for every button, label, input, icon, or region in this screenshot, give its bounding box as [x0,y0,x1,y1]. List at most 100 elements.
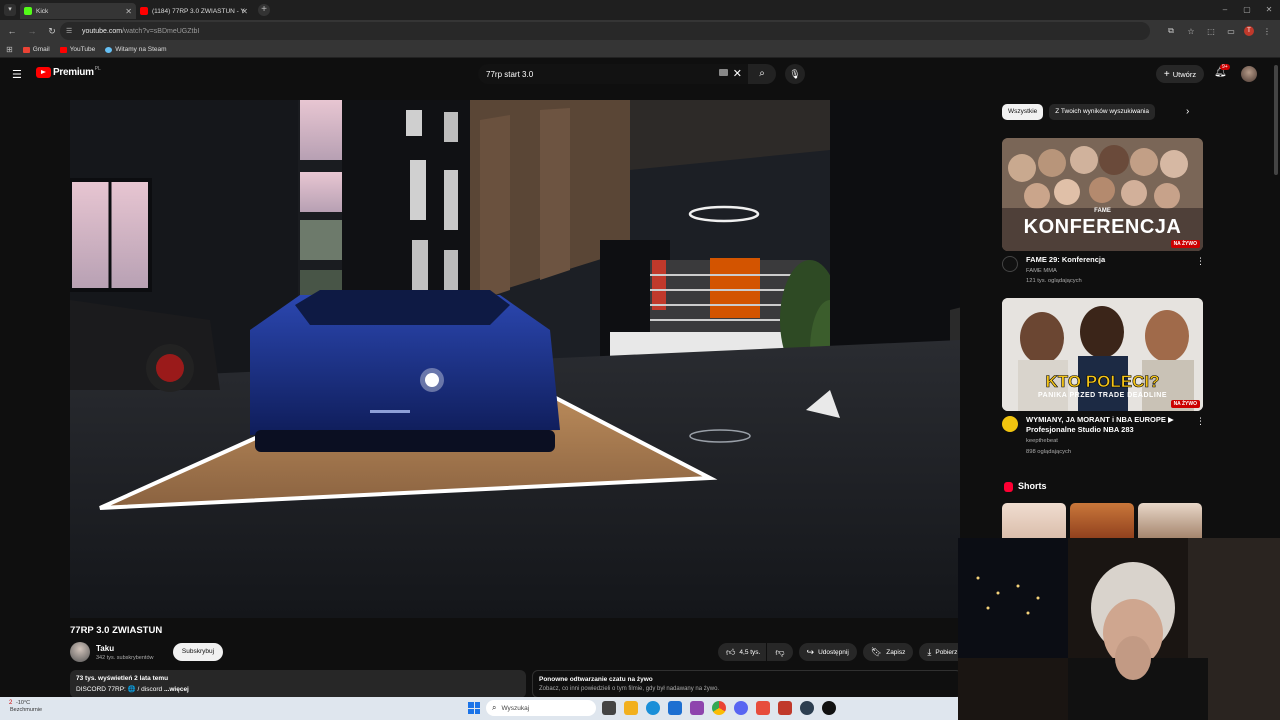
menu-icon[interactable]: ⋮ [1260,27,1274,36]
app-icon[interactable] [756,701,770,715]
downloads-icon[interactable]: ▭ [1224,27,1238,36]
task-view-icon[interactable] [602,701,616,715]
keyboard-icon[interactable] [719,69,728,76]
scrollbar-thumb[interactable] [1274,65,1278,175]
windows-start-icon[interactable] [468,702,480,714]
tab-kick[interactable]: Kick ✕ [20,3,136,19]
more-link[interactable]: ...więcej [164,686,189,693]
create-button[interactable]: + Utwórz [1156,65,1204,83]
chevron-right-icon[interactable]: › [1186,106,1189,117]
save-button[interactable]: 🔖︎ Zapisz [862,643,914,661]
subscriber-count: 342 tys. subskrybentów [96,655,154,661]
site-info-icon[interactable]: ☰ [66,27,74,35]
bookmark-icon: 🔖︎ [870,646,883,657]
address-bar[interactable]: ☰ youtube.com/watch?v=sBDmeUGZtbI [60,22,1150,40]
weather-description: Bezchmurnie [10,707,43,713]
channel-avatar[interactable] [70,642,90,662]
app-icon[interactable] [778,701,792,715]
download-label: Pobierz [935,648,958,656]
chip-all[interactable]: Wszystkie [1002,104,1044,120]
app-icon[interactable] [822,701,836,715]
discord-icon[interactable] [734,701,748,715]
voice-search-button[interactable]: 🎙 [785,64,805,84]
chat-replay-title: Ponowne odtwarzanie czatu na żywo [539,676,653,683]
forward-icon[interactable]: → [24,26,40,36]
bookmark-youtube[interactable]: YouTube [59,46,95,53]
notifications-button[interactable]: 🔔︎ 9+ [1214,64,1230,78]
more-options-icon[interactable]: ⋮ [1196,256,1205,267]
create-label: Utwórz [1172,69,1197,79]
tab-search-dropdown[interactable]: ▾ [4,4,16,16]
view-stats: 73 tys. wyświetleń 2 lata temu [76,675,169,682]
app-icon[interactable] [800,701,814,715]
video-thumbnail[interactable]: FAME KONFERENCJA NA ŻYWO [1002,138,1203,251]
microphone-icon: 🎙 [789,69,801,79]
thumbnail-text: KTO POLECI? [1045,372,1160,392]
new-tab-button[interactable]: + [258,4,270,16]
subscribe-button[interactable]: Subskrybuj [173,643,223,661]
clear-search-icon[interactable]: ✕ [733,67,742,80]
extensions-icon[interactable]: ⬚ [1204,27,1218,36]
close-icon[interactable]: ✕ [241,7,248,16]
taskbar-search[interactable]: ⌕ Wyszukaj [486,700,596,716]
hamburger-menu-icon[interactable]: ☰ [12,68,24,81]
account-avatar[interactable] [1241,66,1257,82]
weather-widget[interactable]: 2 -10°C Bezchmurnie [9,700,43,714]
share-label: Udostępnij [818,648,849,656]
youtube-logo[interactable]: Premium PL [36,66,101,78]
kick-icon [24,7,32,15]
chat-replay-subtitle: Zobacz, co inni powiedzieli o tym filmie… [539,686,720,692]
tab-youtube[interactable]: (1184) 77RP 3.0 ZWIASTUN - Y ✕ [136,3,252,19]
video-thumbnail[interactable]: KTO POLECI? PANIKA PRZED TRADE DEADLINE … [1002,298,1203,411]
search-query: 77rp start 3.0 [486,69,534,79]
thumbnail-brand: FAME [1094,208,1111,214]
channel-avatar[interactable] [1002,416,1018,432]
steam-icon [105,46,113,53]
reload-icon[interactable]: ↻ [44,26,60,37]
video-player[interactable] [70,100,960,618]
youtube-icon [140,7,148,15]
notification-count: 2 [9,700,13,706]
channel-avatar[interactable] [1002,256,1018,272]
video-title: 77RP 3.0 ZWIASTUN [70,625,163,636]
edge-icon[interactable] [646,701,660,715]
description-box[interactable]: 73 tys. wyświetleń 2 lata temu DISCORD 7… [70,670,526,698]
apps-icon[interactable]: ⊞ [6,45,13,54]
youtube-icon [59,46,67,53]
card-channel[interactable]: FAME MMA [1026,266,1057,276]
like-count: 4,5 tys. [739,648,761,656]
close-window-icon[interactable]: ✕ [1258,0,1280,20]
card-title[interactable]: WYMIANY, JA MORANT i NBA EUROPE ▶ Profes… [1026,415,1186,435]
bookmarks-bar: ⊞ Gmail YouTube Witamy na Steam [0,42,1280,58]
back-icon[interactable]: ← [4,26,20,36]
search-input[interactable]: 77rp start 3.0 ✕ [478,64,748,84]
maximize-icon[interactable]: ▢ [1236,0,1258,20]
minimize-icon[interactable]: – [1214,0,1236,20]
dislike-button[interactable]: 👎︎ [767,643,793,661]
download-button[interactable]: ⤓ Pobierz [919,643,962,661]
bookmark-steam[interactable]: Witamy na Steam [105,46,167,53]
store-icon[interactable] [668,701,682,715]
app-icon[interactable] [690,701,704,715]
bookmark-gmail[interactable]: Gmail [22,46,50,53]
download-icon: ⤓ [927,646,932,657]
live-badge: NA ŻYWO [1170,240,1200,248]
search-button[interactable]: ⌕ [748,64,776,84]
more-options-icon[interactable]: ⋮ [1196,416,1205,427]
short-thumbnail[interactable] [1070,503,1134,543]
cast-icon[interactable]: ⧉ [1164,26,1178,36]
share-button[interactable]: ↪ Udostępnij [798,643,857,661]
like-button[interactable]: 👍︎ 4,5 tys. [718,643,767,661]
card-title[interactable]: FAME 29: Konferencja [1026,255,1186,265]
file-explorer-icon[interactable] [624,701,638,715]
card-channel[interactable]: keepthebeat [1026,436,1058,446]
bookmark-star-icon[interactable]: ☆ [1184,27,1198,36]
short-thumbnail[interactable] [1002,503,1066,543]
close-icon[interactable]: ✕ [125,7,132,16]
chat-replay-box[interactable]: Ponowne odtwarzanie czatu na żywo Zobacz… [532,670,962,698]
chip-from-search[interactable]: Z Twoich wyników wyszukiwania [1049,104,1156,120]
channel-name[interactable]: Taku [96,644,114,653]
profile-icon[interactable]: T [1244,26,1254,36]
chrome-icon[interactable] [712,701,726,715]
short-thumbnail[interactable] [1138,503,1202,543]
